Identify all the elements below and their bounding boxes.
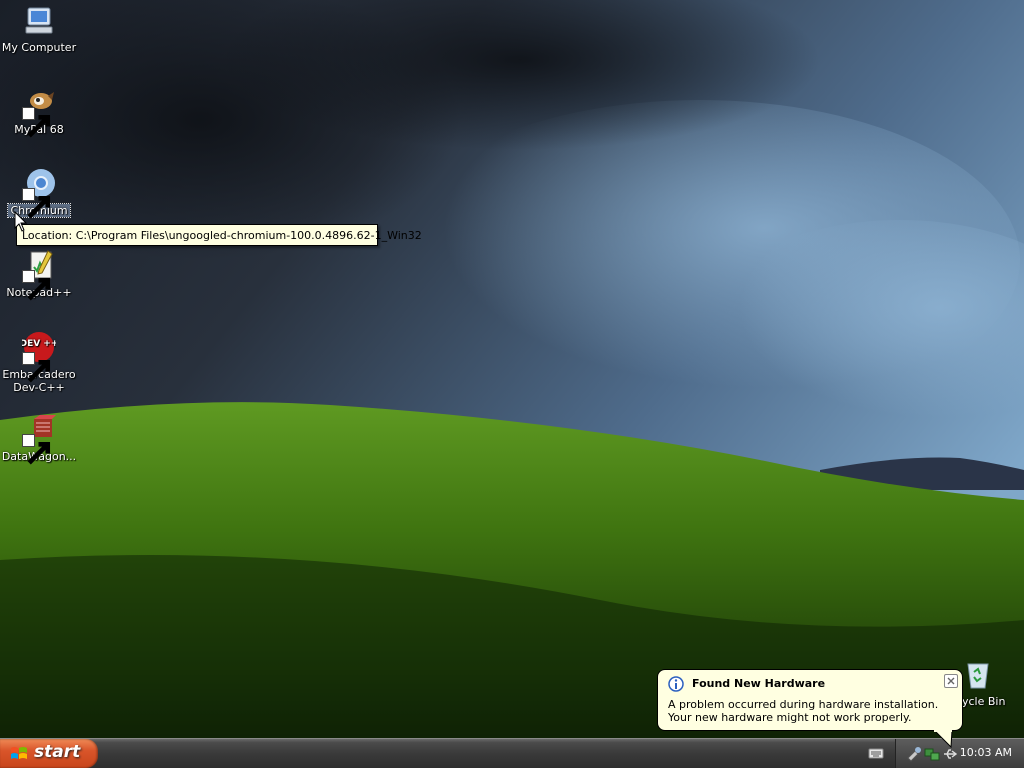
computer-icon <box>22 4 56 38</box>
balloon-message: A problem occurred during hardware insta… <box>668 698 939 724</box>
desktop-icon-devcpp[interactable]: DEV ++ Embarcadero Dev-C++ <box>0 331 78 394</box>
start-button[interactable]: start <box>0 739 98 768</box>
keyboard-layout-icon[interactable] <box>868 746 884 760</box>
shortcut-arrow-icon <box>22 107 51 138</box>
balloon-close-button[interactable] <box>944 674 958 688</box>
cursor-icon <box>14 211 28 232</box>
chromium-icon <box>22 167 56 219</box>
desktop-wallpaper <box>0 0 1024 768</box>
shortcut-arrow-icon <box>22 270 51 301</box>
tooltip: Location: C:\Program Files\ungoogled-chr… <box>16 224 422 246</box>
usb-icon[interactable] <box>942 746 958 762</box>
mypal-icon <box>22 86 56 138</box>
datawagon-icon <box>22 413 56 465</box>
start-label: start <box>34 742 81 762</box>
devcpp-logo-text: DEV ++ <box>22 339 56 349</box>
clock[interactable]: 10:03 AM <box>960 746 1012 759</box>
recycle-bin-icon <box>960 658 994 692</box>
tooltip-text: Location: C:\Program Files\ungoogled-chr… <box>22 229 422 242</box>
desktop-icon-my-computer[interactable]: My Computer <box>0 4 78 54</box>
safely-remove-hardware-icon[interactable] <box>906 746 922 762</box>
devcpp-icon: DEV ++ <box>22 331 56 383</box>
balloon-title: Found New Hardware <box>692 677 826 690</box>
info-icon <box>668 676 684 692</box>
desktop-icon-label: ycle Bin <box>962 695 1006 708</box>
desktop-icon-notepadpp[interactable]: Notepad++ <box>0 249 78 301</box>
system-tray: 10:03 AM <box>895 739 1024 768</box>
shortcut-arrow-icon <box>22 188 51 219</box>
notepadpp-icon <box>22 249 56 301</box>
shortcut-arrow-icon <box>22 434 51 465</box>
network-icon[interactable] <box>924 746 940 762</box>
windows-flag-icon <box>11 747 27 759</box>
desktop-icon-label: My Computer <box>1 41 77 54</box>
close-icon <box>947 677 955 685</box>
desktop-icon-datawagon[interactable]: DataWagon... <box>0 413 78 465</box>
balloon-tail <box>933 730 953 748</box>
notification-balloon[interactable]: Found New Hardware A problem occurred du… <box>657 669 963 731</box>
desktop-icon-chromium[interactable]: Chromium <box>0 167 78 219</box>
shortcut-arrow-icon <box>22 352 51 383</box>
desktop-icon-mypal[interactable]: MyPal 68 <box>0 86 78 138</box>
